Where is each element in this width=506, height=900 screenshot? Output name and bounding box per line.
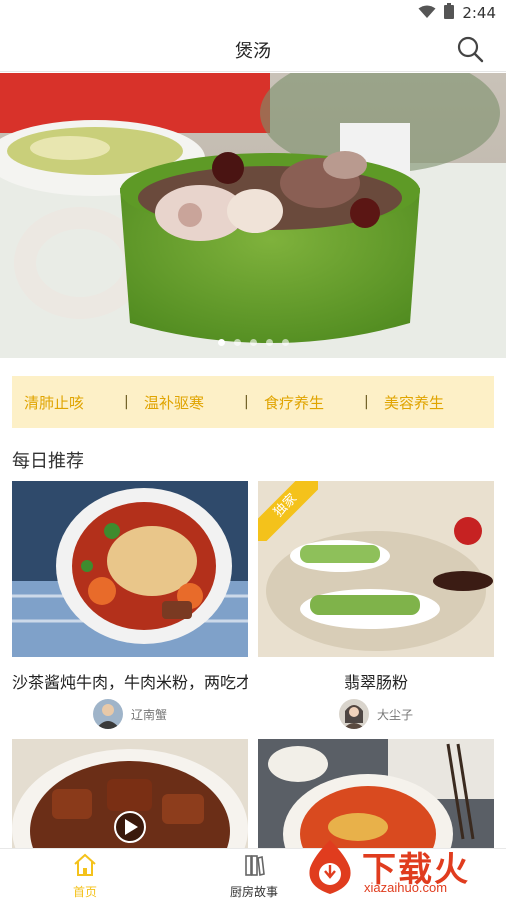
status-bar: 2:44 [0,0,506,26]
watermark-url: xiazaihuo.com [364,880,448,895]
avatar [92,699,123,729]
carousel-dot[interactable] [281,339,289,346]
nav-kitchen-story-label: 厨房故事 [229,885,278,899]
exclusive-badge: 独家 [258,481,318,541]
recipe-card[interactable]: 独家 翡翠肠粉 大尘子 [258,481,494,729]
carousel-dot[interactable] [249,339,257,346]
nav-home[interactable]: 首页 [45,853,125,900]
banner-carousel[interactable] [0,73,506,358]
book-icon [245,855,265,876]
flame-logo-icon [309,840,351,894]
status-time: 2:44 [462,4,496,22]
section-title: 每日推荐 [12,451,84,472]
avatar [338,699,369,729]
home-icon [74,853,96,876]
banner-image [0,73,506,358]
carousel-indicators [0,339,506,346]
recipe-name: 翡翠肠粉 [343,673,408,691]
category-bar: 清肺止咳 | 温补驱寒 | 食疗养生 | 美容养生 [12,376,494,428]
watermark-logo: 下载火 xiazaihuo.com [300,836,500,896]
carousel-dot[interactable] [233,339,241,346]
author-name: 辽南蟹 [130,707,167,722]
exclusive-badge-label: 独家 [258,481,318,541]
nav-kitchen-story[interactable]: 厨房故事 [214,853,294,900]
recipe-card[interactable]: 沙茶酱炖牛肉，牛肉米粉，两吃才 辽南蟹 [12,481,248,729]
category-shiliao[interactable]: 食疗养生 [252,392,372,413]
author-name: 大尘子 [376,707,413,722]
recipe-photo: 独家 [258,481,494,657]
battery-icon [444,3,455,23]
recipe-card[interactable] [12,739,248,848]
recipe-photo [12,739,248,848]
category-qingfei[interactable]: 清肺止咳 [12,392,132,413]
search-icon[interactable] [456,35,484,63]
recipe-photo [12,481,248,657]
recipe-author[interactable]: 大尘子 [258,699,494,729]
carousel-dot[interactable] [265,339,273,346]
nav-home-label: 首页 [72,885,97,899]
wifi-icon [418,4,436,23]
category-wenbu[interactable]: 温补驱寒 [132,392,252,413]
carousel-dot[interactable] [217,339,225,346]
recipe-author[interactable]: 辽南蟹 [12,699,248,729]
recipe-photo [258,739,494,848]
page-title: 煲汤 [235,41,271,62]
category-meirong[interactable]: 美容养生 [372,392,492,413]
recipe-name: 沙茶酱炖牛肉，牛肉米粉，两吃才 [12,673,248,691]
app-header: 煲汤 [0,26,506,72]
recipe-card[interactable] [258,739,494,848]
